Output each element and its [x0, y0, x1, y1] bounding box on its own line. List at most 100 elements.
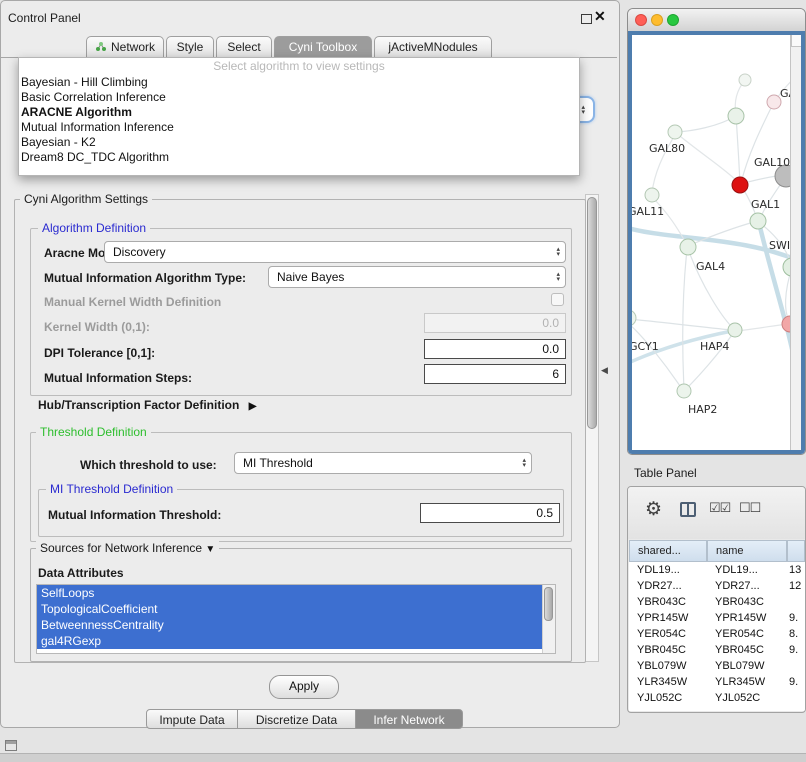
unchecked-boxes-icon[interactable]: ☐☐	[739, 500, 760, 516]
sources-group-title[interactable]: Sources for Network Inference ▼	[36, 541, 219, 555]
data-attribute-item[interactable]: BetweennessCentrality	[37, 617, 543, 633]
table-row[interactable]: YBR043CYBR043C	[629, 594, 805, 610]
network-node[interactable]	[680, 239, 696, 255]
table-row[interactable]: YJL052CYJL052C	[629, 690, 805, 706]
table-row[interactable]: YPR145WYPR145W9.	[629, 610, 805, 626]
splitter-collapse-icon[interactable]: ◀	[601, 365, 608, 376]
network-edge[interactable]	[737, 324, 787, 331]
tab-network[interactable]: Network	[86, 36, 164, 57]
network-node[interactable]	[728, 323, 742, 337]
network-edge[interactable]	[675, 132, 738, 182]
gear-icon[interactable]: ⚙	[645, 498, 662, 521]
minimize-traffic-light-icon[interactable]	[651, 14, 663, 26]
network-node[interactable]	[767, 95, 781, 109]
network-node[interactable]	[645, 188, 659, 202]
network-node[interactable]	[677, 384, 691, 398]
table-cell[interactable]: YJL052C	[629, 690, 707, 706]
table-cell[interactable]: YDR27...	[629, 578, 707, 594]
table-cell[interactable]: YJL052C	[707, 690, 787, 706]
attributes-scrollbar-track[interactable]	[542, 585, 555, 653]
column-header-name[interactable]: name	[707, 540, 787, 562]
hub-definition-expander[interactable]: Hub/Transcription Factor Definition ▶	[38, 398, 256, 412]
network-node[interactable]	[750, 213, 766, 229]
table-cell[interactable]	[787, 690, 805, 706]
tab-jactivemnodules[interactable]: jActiveMNodules	[374, 36, 492, 57]
network-node[interactable]	[632, 310, 636, 326]
mi-steps-field[interactable]: 6	[424, 364, 566, 384]
columns-icon[interactable]	[680, 502, 696, 517]
network-edge[interactable]	[677, 116, 736, 132]
table-row[interactable]: YER054CYER054C8.	[629, 626, 805, 642]
network-canvas[interactable]: GAL7GAL80GAL10GAL11GAL1SWI4GAL4GCY1HAP4Y…	[628, 31, 805, 454]
network-edge[interactable]	[632, 319, 732, 330]
network-edge[interactable]	[748, 176, 777, 182]
checked-boxes-icon[interactable]: ☑☑	[709, 500, 730, 516]
tab-impute-data[interactable]: Impute Data	[146, 709, 238, 729]
close-traffic-light-icon[interactable]	[635, 14, 647, 26]
table-row[interactable]: YBL079WYBL079W	[629, 658, 805, 674]
table-cell[interactable]: YER054C	[629, 626, 707, 642]
float-window-icon[interactable]	[581, 14, 592, 24]
aracne-mode-select[interactable]: Discovery ▴▾	[104, 241, 566, 263]
table-cell[interactable]: YBL079W	[629, 658, 707, 674]
algorithm-option[interactable]: Mutual Information Inference	[19, 120, 579, 135]
dpi-tolerance-field[interactable]: 0.0	[424, 339, 566, 359]
table-cell[interactable]: 9.	[787, 610, 805, 626]
table-row[interactable]: YLR345WYLR345W9.	[629, 674, 805, 690]
network-node[interactable]	[732, 177, 748, 193]
network-svg[interactable]: GAL7GAL80GAL10GAL11GAL1SWI4GAL4GCY1HAP4Y…	[632, 35, 796, 453]
table-row[interactable]: YDR27...YDR27...12	[629, 578, 805, 594]
network-node[interactable]	[728, 108, 744, 124]
manual-kernel-checkbox[interactable]	[551, 293, 564, 306]
table-cell[interactable]: YLR345W	[707, 674, 787, 690]
table-cell[interactable]: YDR27...	[707, 578, 787, 594]
table-cell[interactable]: YDL19...	[629, 562, 707, 578]
table-cell[interactable]: 9.	[787, 674, 805, 690]
table-cell[interactable]	[787, 658, 805, 674]
table-cell[interactable]	[787, 594, 805, 610]
table-cell[interactable]: YPR145W	[629, 610, 707, 626]
zoom-traffic-light-icon[interactable]	[667, 14, 679, 26]
table-cell[interactable]: 12	[787, 578, 805, 594]
dock-panel-icon[interactable]	[5, 740, 17, 751]
table-cell[interactable]: 9.	[787, 642, 805, 658]
table-row[interactable]: YBR045CYBR045C9.	[629, 642, 805, 658]
table-cell[interactable]: YER054C	[707, 626, 787, 642]
algorithm-option[interactable]: ARACNE Algorithm	[19, 105, 579, 120]
close-icon[interactable]: ✕	[594, 8, 606, 24]
network-node[interactable]	[739, 74, 751, 86]
tab-select[interactable]: Select	[216, 36, 272, 57]
attributes-scrollbar-thumb[interactable]	[544, 587, 553, 621]
algorithm-option[interactable]: Bayesian - Hill Climbing	[19, 75, 579, 90]
network-node[interactable]	[668, 125, 682, 139]
data-attribute-item[interactable]: TopologicalCoefficient	[37, 601, 543, 617]
algorithm-option[interactable]: Basic Correlation Inference	[19, 90, 579, 105]
table-cell[interactable]: YBR043C	[707, 594, 787, 610]
table-row[interactable]: YDL19...YDL19...13	[629, 562, 805, 578]
tab-infer-network[interactable]: Infer Network	[355, 709, 463, 729]
network-edge[interactable]	[632, 323, 682, 389]
network-scrollbar-button[interactable]	[791, 35, 801, 47]
network-edge[interactable]	[683, 249, 687, 389]
network-edge[interactable]	[741, 102, 774, 183]
network-edge[interactable]	[736, 116, 740, 183]
table-cell[interactable]: YLR345W	[629, 674, 707, 690]
network-scrollbar-track[interactable]	[790, 35, 801, 450]
table-cell[interactable]: 8.	[787, 626, 805, 642]
table-cell[interactable]: YBR045C	[629, 642, 707, 658]
apply-button[interactable]: Apply	[269, 675, 339, 699]
table-cell[interactable]: YBR043C	[629, 594, 707, 610]
settings-scrollbar-thumb[interactable]	[587, 197, 597, 429]
column-header-shared-name[interactable]: shared...	[629, 540, 707, 562]
algorithm-option[interactable]: Dream8 DC_TDC Algorithm	[19, 150, 579, 165]
column-header-partial[interactable]	[787, 540, 805, 562]
algorithm-option[interactable]: Bayesian - K2	[19, 135, 579, 150]
kernel-width-field[interactable]: 0.0	[424, 313, 566, 333]
tab-discretize-data[interactable]: Discretize Data	[237, 709, 356, 729]
data-attribute-item[interactable]: gal4RGexp	[37, 633, 543, 649]
table-cell[interactable]: YPR145W	[707, 610, 787, 626]
table-cell[interactable]: YDL19...	[707, 562, 787, 578]
table-cell[interactable]: YBR045C	[707, 642, 787, 658]
mi-type-select[interactable]: Naive Bayes ▴▾	[268, 266, 566, 288]
tab-style[interactable]: Style	[166, 36, 214, 57]
